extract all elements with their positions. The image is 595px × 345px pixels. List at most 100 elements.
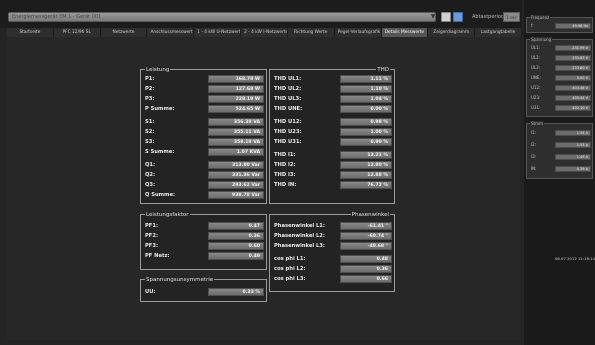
leistungsfaktor-panel: Leistungsfaktor PF1: 0.47 PF2: 0.36 PF3: 0.60… [140,212,267,270]
tab-10[interactable]: Lastgangtabelle [475,28,522,37]
leistung-label: P3: [145,96,155,102]
frequenz-title: Frequenz [530,15,551,20]
phasenwinkel-row: cos phi L1: 0.48 [270,255,394,264]
leistung-label: Q Summe: [145,192,176,198]
spannungsunsymmetrie-panel: Spannungsunsymmetrie UU: 0.33 % [140,277,267,302]
tab-0[interactable]: Startseite [7,28,54,37]
leistungsfaktor-value: 0.60 [208,242,264,250]
phasenwinkel-label: cos phi L2: [274,266,306,272]
phasenwinkel-panel: Phasenwinkel Phasenwinkel L1: -61.41 ° Pha… [269,212,395,292]
leistung-value: 524.65 W [208,105,264,113]
spannungsunsymmetrie-title: Spannungsunsymmetrie [145,277,215,283]
phasenwinkel-row: Phasenwinkel L2: -69.74 ° [270,232,394,241]
tab-2[interactable]: Netzwerte [100,28,148,37]
thd-row: THD IN: 76.72 % [270,181,394,190]
leistung-value: 938.78 Var [208,191,264,199]
leistung-value: 293.62 Var [208,181,264,189]
side-row: I2: 1.53 A [527,141,592,149]
side-label: UNE: [531,75,541,80]
side-label: IN: [531,166,537,171]
interval-label: Abtastperiode [472,14,508,20]
interval-select[interactable]: 1 sec [503,12,520,22]
timestamp: 06.07.2012 11:16:14 [555,256,595,261]
thd-row: THD I3: 12.88 % [270,171,394,180]
phasenwinkel-title: Phasenwinkel [350,212,390,218]
main-content: Leistung P1: 168.78 W P2: 127.68 W P3: 228.19… [7,37,520,340]
thd-label: THD UL2: [274,86,302,92]
side-label: UL2: [531,55,541,60]
phasenwinkel-value: 0.36 [340,265,392,273]
leistungsfaktor-row: PF Netz: 0.49 [141,252,266,261]
leistung-row: S3: 358.19 VA [141,138,266,147]
sidebar: Frequenz f: 49.98 Hz Spannung UL1: 231.99 … [524,0,595,345]
side-row: IN: 0.39 A [527,165,592,173]
side-row: f: 49.98 Hz [527,22,592,30]
tab-bar: Startseite PFC 12/96 SL Netzwerte Anschluss… [7,28,522,37]
leistung-row: Q3: 293.62 Var [141,181,266,190]
save-button[interactable] [453,12,463,22]
phasenwinkel-value: -49.68 ° [340,242,392,250]
side-label: I2: [531,142,537,147]
leistung-row: Q2: 331.36 Var [141,171,266,180]
leistung-title: Leistung [145,67,171,73]
tab-5[interactable]: 2 - 4 kW I-Netzwerte [241,28,288,37]
thd-title: THD [376,67,390,73]
leistungsfaktor-title: Leistungsfaktor [145,212,190,218]
device-select[interactable]: Energiemessgerät EM 1 · Gerät 001 [8,12,436,22]
side-value: 405.44 V [555,95,591,101]
side-value: 402.10 V [555,105,591,111]
thd-value: 1.00 % [340,128,392,136]
leistungsfaktor-value: 0.36 [208,232,264,240]
thd-row: THD U31: 0.90 % [270,138,394,147]
thd-value: 76.72 % [340,181,392,189]
tab-1[interactable]: PFC 12/96 SL [53,28,101,37]
leistung-label: Q2: [145,172,156,178]
leistung-row: S Summe: 1.07 KVA [141,148,266,157]
thd-value: 1.11 % [340,75,392,83]
leistungsfaktor-label: PF Netz: [145,253,170,259]
thd-label: THD I2: [274,162,296,168]
tab-4[interactable]: 1 - 4 kW U-Netzwerte [194,28,242,37]
leistung-row: P2: 127.68 W [141,85,266,94]
thd-label: THD IN: [274,182,297,188]
leistung-value: 358.19 VA [208,138,264,146]
side-row: I3: 1.49 A [527,153,592,161]
side-row: UNE: 0.00 V [527,74,592,82]
thd-value: 12.80 % [340,161,392,169]
side-row: U12: 403.46 V [527,84,592,92]
leistung-row: P Summe: 524.65 W [141,105,266,114]
side-row: UL1: 231.99 V [527,44,592,52]
thd-label: THD I1: [274,152,296,158]
chevron-down-icon[interactable]: ▼ [429,12,437,22]
spannung-box: Spannung UL1: 231.99 V UL2: 233.63 V UL3: 233… [526,37,593,117]
thd-row: THD UL2: 1.10 % [270,85,394,94]
side-label: U12: [531,85,541,90]
tab-6[interactable]: Richtung Werte [287,28,335,37]
leistung-row: S1: 356.38 VA [141,118,266,127]
tab-9[interactable]: Zeigerdiagramm [428,28,476,37]
leistungsfaktor-label: PF1: [145,223,159,229]
leistung-value: 356.38 VA [208,118,264,126]
side-label: f: [531,23,534,28]
tab-3[interactable]: Anschlussmesswerte [147,28,195,37]
side-value: 231.99 V [555,45,591,51]
thd-label: THD U31: [274,139,302,145]
thd-value: 0.00 % [340,105,392,113]
leistung-panel: Leistung P1: 168.78 W P2: 127.68 W P3: 228.19… [140,67,267,204]
spannung-title: Spannung [530,37,553,42]
strom-title: Strom [530,121,545,126]
leistung-row: Q Summe: 938.78 Var [141,191,266,200]
leistung-value: 313.80 Var [208,161,264,169]
thd-value: 0.98 % [340,118,392,126]
side-row: UL3: 233.80 V [527,64,592,72]
side-label: I1: [531,130,537,135]
tab-7[interactable]: Pegel-Verlaufsgrafik [334,28,382,37]
side-row: UL2: 233.63 V [527,54,592,62]
phasenwinkel-row: cos phi L2: 0.36 [270,265,394,274]
refresh-button[interactable] [441,12,451,22]
side-label: UL1: [531,45,541,50]
tab-8[interactable]: Details Messwerte [381,28,429,37]
side-value: 1.54 A [555,130,591,136]
phasenwinkel-value: 0.66 [340,275,392,283]
thd-row: THD I2: 12.80 % [270,161,394,170]
